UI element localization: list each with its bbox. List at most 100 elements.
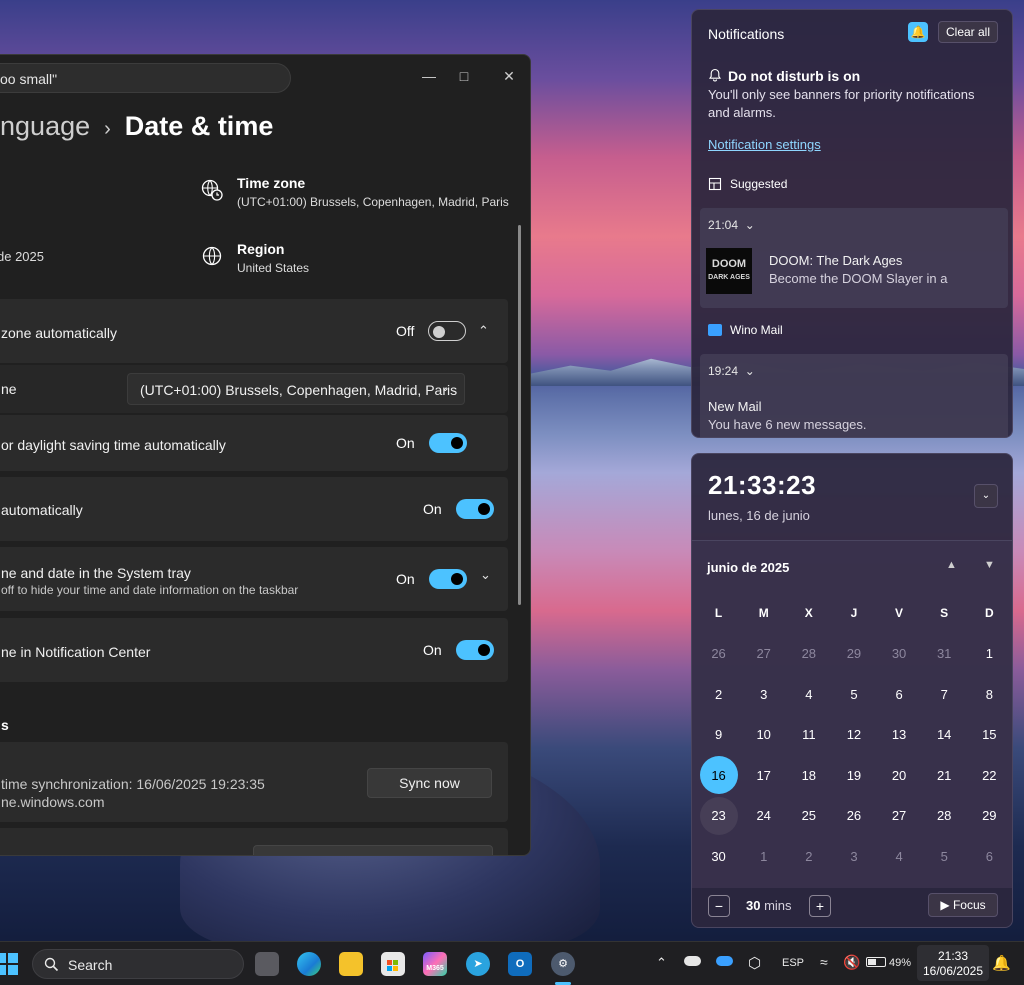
calendar-day[interactable]: 30 bbox=[696, 836, 741, 877]
notification-time[interactable]: 21:04 ⌄ bbox=[708, 218, 755, 232]
settings-gear-icon[interactable]: ⚙ bbox=[551, 952, 575, 976]
calendar-day[interactable]: 3 bbox=[741, 674, 786, 715]
notification-settings-link[interactable]: Notification settings bbox=[708, 137, 821, 152]
maximize-button[interactable]: □ bbox=[451, 63, 477, 89]
calendar-day[interactable]: 5 bbox=[922, 836, 967, 877]
calendar-day[interactable]: 29 bbox=[831, 634, 876, 675]
calendar-day[interactable]: 6 bbox=[877, 674, 922, 715]
calendar-day[interactable]: 26 bbox=[696, 634, 741, 675]
sync-now-button[interactable]: Sync now bbox=[367, 768, 492, 798]
minimize-button[interactable]: — bbox=[416, 63, 442, 89]
battery-icon[interactable] bbox=[866, 957, 886, 967]
systray-card[interactable]: ne and date in the System tray off to hi… bbox=[0, 547, 508, 611]
onedrive-icon[interactable] bbox=[716, 956, 733, 966]
month-title[interactable]: junio de 2025 bbox=[707, 560, 789, 575]
calendar-day[interactable]: 29 bbox=[967, 796, 1012, 837]
notification-bell-icon[interactable]: 🔔 bbox=[992, 954, 1011, 972]
auto-time-zone-card[interactable]: zone automatically Off ⌃ bbox=[0, 299, 508, 363]
calendar-day[interactable]: 30 bbox=[877, 634, 922, 675]
calendar-day[interactable]: 4 bbox=[786, 674, 831, 715]
calendar-day[interactable]: 19 bbox=[831, 755, 876, 796]
calendar-day[interactable]: 21 bbox=[922, 755, 967, 796]
calendar-day[interactable]: 18 bbox=[786, 755, 831, 796]
cloud-icon[interactable] bbox=[684, 956, 701, 966]
volume-muted-icon[interactable]: 🔇 bbox=[843, 954, 860, 971]
calendar-day[interactable]: 23 bbox=[696, 796, 741, 837]
settings-search-input[interactable]: oo small" bbox=[0, 63, 291, 93]
calendar-day[interactable]: 9 bbox=[696, 715, 741, 756]
network-adapter-icon[interactable]: ⬡ bbox=[748, 954, 761, 972]
dst-card[interactable]: or daylight saving time automatically On bbox=[0, 415, 508, 471]
microsoft-store-icon[interactable] bbox=[381, 952, 405, 976]
calendar-day[interactable]: 14 bbox=[922, 715, 967, 756]
calendar-day[interactable]: 28 bbox=[922, 796, 967, 837]
calendar-day[interactable]: 22 bbox=[967, 755, 1012, 796]
calendar-day[interactable]: 11 bbox=[786, 715, 831, 756]
chevron-down-icon[interactable]: ⌄ bbox=[480, 567, 491, 583]
breadcrumb-parent[interactable]: anguage bbox=[0, 111, 90, 141]
doom-notification[interactable]: 21:04 ⌄ DOOM DARK AGES DOOM: The Dark Age… bbox=[700, 208, 1008, 308]
focus-button[interactable]: ▶ Focus bbox=[928, 893, 998, 917]
dst-toggle[interactable] bbox=[428, 433, 467, 453]
calendar-day[interactable]: 15 bbox=[967, 715, 1012, 756]
chevron-up-icon[interactable]: ⌃ bbox=[478, 323, 489, 339]
calendar-day[interactable]: 27 bbox=[877, 796, 922, 837]
wifi-icon[interactable]: ≈ bbox=[820, 954, 828, 970]
outlook-icon[interactable]: O bbox=[508, 952, 532, 976]
calendar-day[interactable]: 20 bbox=[877, 755, 922, 796]
weekday-label: D bbox=[984, 606, 994, 621]
notification-time[interactable]: 19:24 ⌄ bbox=[708, 364, 755, 378]
calendar-day[interactable]: 12 bbox=[831, 715, 876, 756]
telegram-icon[interactable]: ➤ bbox=[466, 952, 490, 976]
calendar-day[interactable]: 4 bbox=[877, 836, 922, 877]
calendar-day[interactable]: 7 bbox=[922, 674, 967, 715]
calendar-day[interactable]: 10 bbox=[741, 715, 786, 756]
calendar-day[interactable]: 17 bbox=[741, 755, 786, 796]
auto-time-zone-label: zone automatically bbox=[1, 325, 117, 341]
mail-notification[interactable]: 19:24 ⌄ New Mail You have 6 new messages… bbox=[700, 354, 1008, 437]
language-indicator[interactable]: ESP bbox=[782, 957, 804, 969]
partial-dropdown[interactable] bbox=[253, 845, 493, 855]
previous-month-button[interactable]: ▲ bbox=[946, 559, 957, 571]
decrease-focus-button[interactable]: − bbox=[708, 895, 730, 917]
calendar-day[interactable]: 5 bbox=[831, 674, 876, 715]
m365-icon[interactable]: M365 bbox=[423, 952, 447, 976]
calendar-day[interactable]: 2 bbox=[696, 674, 741, 715]
file-explorer-icon[interactable] bbox=[339, 952, 363, 976]
calendar-day[interactable]: 28 bbox=[786, 634, 831, 675]
notification-center-card[interactable]: ne in Notification Center On bbox=[0, 618, 508, 682]
calendar-day-today[interactable]: 16 bbox=[696, 755, 741, 796]
clear-all-button[interactable]: Clear all bbox=[938, 21, 998, 43]
calendar-day[interactable]: 2 bbox=[786, 836, 831, 877]
calendar-day[interactable]: 31 bbox=[922, 634, 967, 675]
notification-center-toggle[interactable] bbox=[455, 640, 494, 660]
start-icon[interactable] bbox=[0, 953, 18, 975]
calendar-day[interactable]: 3 bbox=[831, 836, 876, 877]
calendar-day[interactable]: 1 bbox=[967, 634, 1012, 675]
edge-icon[interactable] bbox=[297, 952, 321, 976]
auto-time-toggle[interactable] bbox=[455, 499, 494, 519]
mail-app-icon bbox=[708, 324, 722, 336]
collapse-calendar-button[interactable]: ⌄ bbox=[974, 484, 998, 508]
auto-time-card[interactable]: automatically On bbox=[0, 477, 508, 541]
calendar-day[interactable]: 24 bbox=[741, 796, 786, 837]
calendar-day[interactable]: 1 bbox=[741, 836, 786, 877]
calendar-day[interactable]: 6 bbox=[967, 836, 1012, 877]
scrollbar[interactable] bbox=[518, 225, 521, 605]
close-button[interactable]: ✕ bbox=[496, 63, 522, 89]
calendar-day[interactable]: 8 bbox=[967, 674, 1012, 715]
systray-toggle[interactable] bbox=[428, 569, 467, 589]
auto-time-zone-toggle[interactable] bbox=[428, 321, 467, 341]
calendar-day[interactable]: 27 bbox=[741, 634, 786, 675]
time-zone-select[interactable]: (UTC+01:00) Brussels, Copenhagen, Madrid… bbox=[127, 373, 465, 405]
taskbar-search[interactable]: Search bbox=[32, 949, 244, 979]
calendar-day[interactable]: 26 bbox=[831, 796, 876, 837]
chevron-up-icon[interactable]: ⌃ bbox=[656, 955, 667, 971]
do-not-disturb-icon[interactable]: 🔔 bbox=[908, 22, 928, 42]
increase-focus-button[interactable]: + bbox=[809, 895, 831, 917]
calendar-day[interactable]: 25 bbox=[786, 796, 831, 837]
calendar-day[interactable]: 13 bbox=[877, 715, 922, 756]
next-month-button[interactable]: ▼ bbox=[984, 559, 995, 571]
task-view-icon[interactable] bbox=[255, 952, 279, 976]
taskbar-clock[interactable]: 21:33 16/06/2025 bbox=[917, 945, 989, 981]
